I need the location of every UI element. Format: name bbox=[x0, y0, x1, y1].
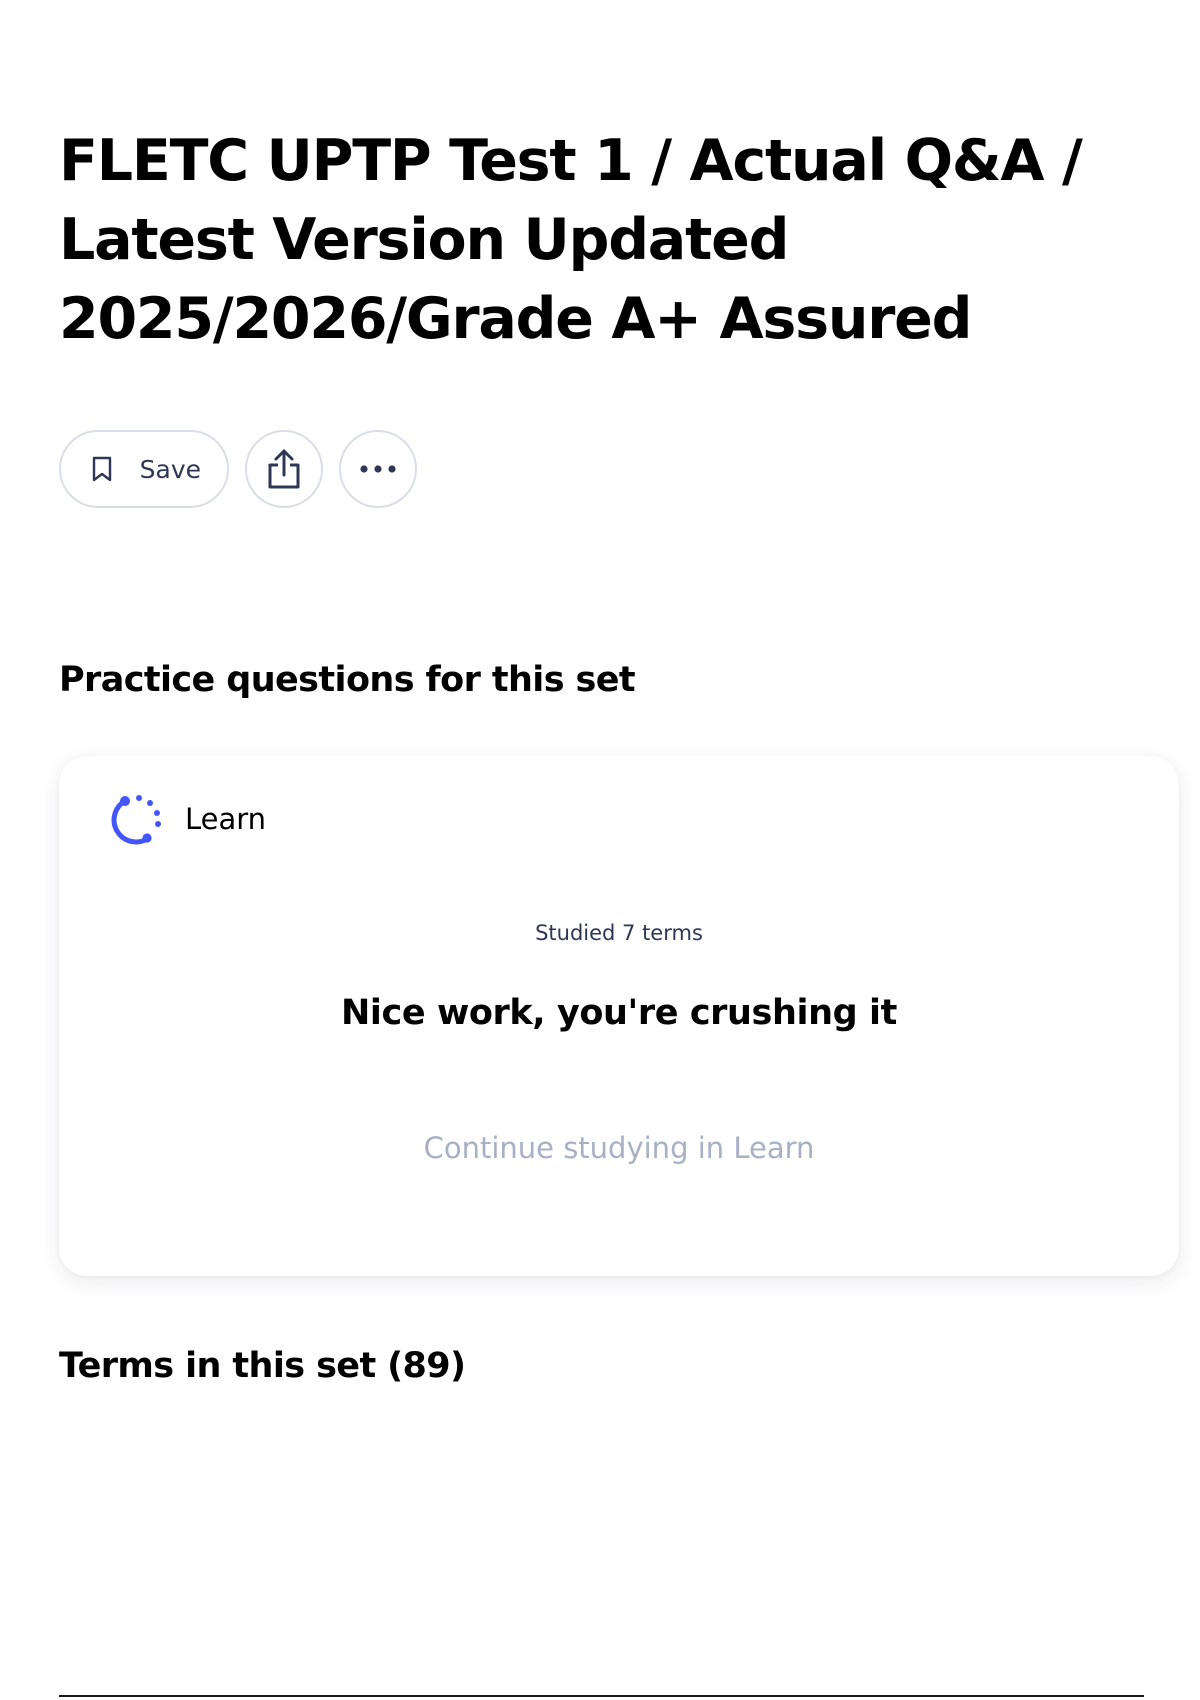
save-button[interactable]: Save bbox=[59, 430, 229, 508]
continue-learn-button[interactable]: Continue studying in Learn bbox=[59, 1131, 1179, 1165]
more-options-button[interactable] bbox=[339, 430, 417, 508]
practice-heading: Practice questions for this set bbox=[59, 660, 636, 700]
bookmark-icon bbox=[91, 456, 113, 482]
learn-progress-icon bbox=[109, 791, 165, 847]
divider bbox=[59, 1695, 1144, 1697]
progress-message: Nice work, you're crushing it bbox=[341, 993, 897, 1033]
set-title: FLETC UPTP Test 1 / Actual Q&A / Latest … bbox=[59, 128, 1083, 352]
terms-heading: Terms in this set (89) bbox=[59, 1346, 466, 1386]
set-action-bar: Save bbox=[59, 430, 417, 508]
learn-mode-header: Learn bbox=[109, 791, 266, 847]
learn-label: Learn bbox=[185, 802, 267, 836]
set-page: FLETC UPTP Test 1 / Actual Q&A / Latest … bbox=[59, 0, 1179, 1700]
more-horizontal-icon bbox=[358, 464, 398, 474]
share-button[interactable] bbox=[245, 430, 323, 508]
share-icon bbox=[264, 447, 304, 491]
save-button-label: Save bbox=[139, 454, 201, 484]
studied-terms-caption: Studied 7 terms bbox=[535, 921, 703, 945]
learn-card: Learn Studied 7 terms Nice work, you're … bbox=[59, 756, 1179, 1276]
